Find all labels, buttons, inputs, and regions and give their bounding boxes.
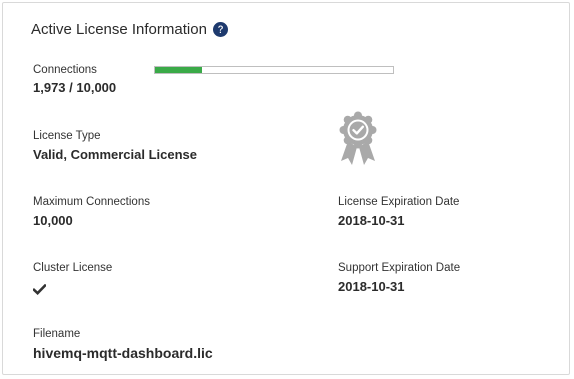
support-expiration-label: Support Expiration Date [338,262,461,274]
connections-progress-bar [154,66,394,74]
filename-value: hivemq-mqtt-dashboard.lic [33,345,213,361]
connections-progress-fill [155,67,202,73]
question-circle-icon[interactable] [212,22,228,37]
connections-field: Connections 1,973 / 10,000 [33,63,116,96]
checkmark-icon [32,282,47,296]
license-expiration-label: License Expiration Date [338,196,460,208]
license-type-label: License Type [33,130,101,142]
license-info-panel [2,2,570,375]
cluster-license-field: Cluster License [33,261,112,275]
maximum-connections-field: Maximum Connections 10,000 [33,195,150,229]
license-type-value: Valid, Commercial License [33,147,198,162]
license-expiration-field: License Expiration Date 2018-10-31 [338,195,459,229]
license-expiration-value: 2018-10-31 [338,213,405,228]
cluster-license-label: Cluster License [33,262,113,274]
connections-label: Connections [33,64,97,76]
panel-header: Active License Information [31,21,228,38]
license-type-field: License Type Valid, Commercial License [33,129,197,163]
support-expiration-value: 2018-10-31 [338,279,405,294]
connections-value: 1,973 / 10,000 [33,80,117,95]
filename-field: Filename hivemq-mqtt-dashboard.lic [33,327,213,361]
support-expiration-field: Support Expiration Date 2018-10-31 [338,261,460,295]
certificate-badge-icon [336,111,380,167]
panel-title: Active License Information [31,21,207,38]
filename-label: Filename [33,328,81,340]
maximum-connections-value: 10,000 [33,213,73,228]
maximum-connections-label: Maximum Connections [33,196,150,208]
